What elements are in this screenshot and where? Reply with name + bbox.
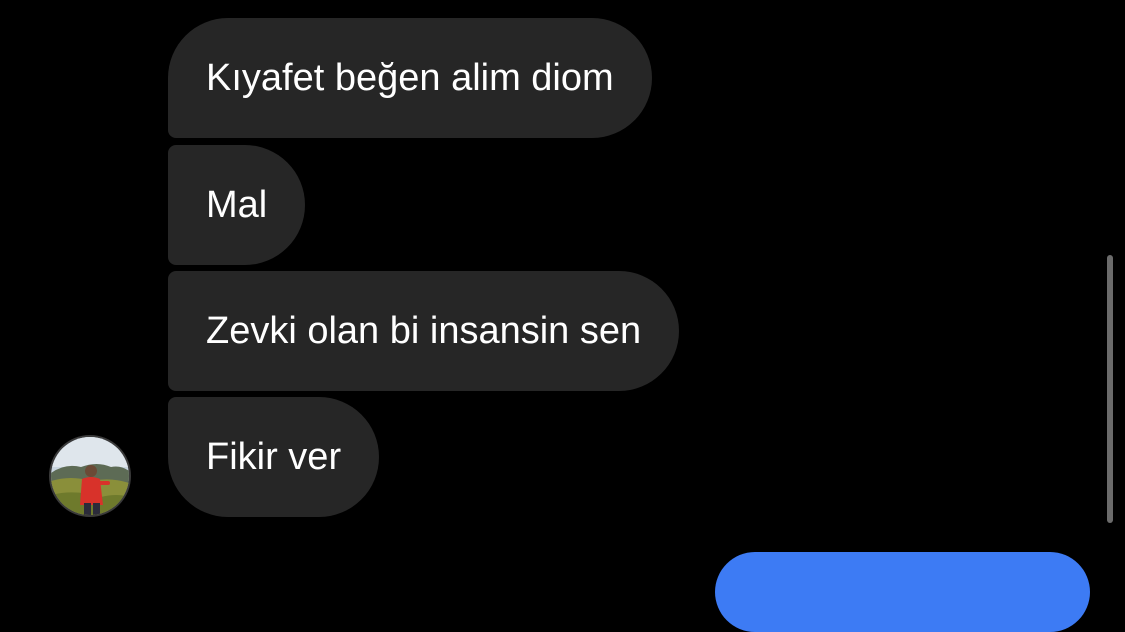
- message-text: Mal: [206, 184, 268, 226]
- profile-photo-icon: [51, 437, 129, 515]
- message-text: Fikir ver: [206, 436, 342, 478]
- received-message-bubble[interactable]: Fikir ver: [168, 397, 380, 517]
- sent-message-bubble[interactable]: [715, 552, 1090, 632]
- received-message-bubble[interactable]: Zevki olan bi insansin sen: [168, 271, 680, 391]
- message-text: Kıyafet beğen alim diom: [206, 57, 614, 99]
- received-message-bubble[interactable]: Kıyafet beğen alim diom: [168, 18, 652, 138]
- message-text: Zevki olan bi insansin sen: [206, 310, 642, 352]
- scrollbar[interactable]: [1107, 255, 1113, 523]
- received-message-bubble[interactable]: Mal: [168, 145, 306, 265]
- message-thread: Kıyafet beğen alim diom Mal Zevki olan b…: [0, 0, 1125, 632]
- sender-avatar[interactable]: [49, 435, 131, 517]
